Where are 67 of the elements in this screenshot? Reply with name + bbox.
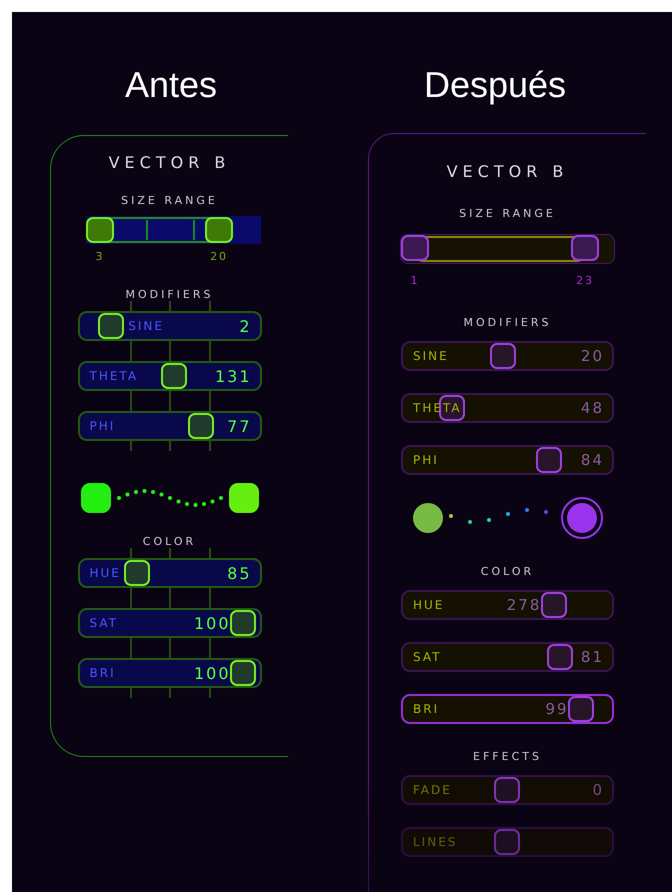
slider-value: 0 xyxy=(592,781,604,799)
slider-value: 20 xyxy=(580,347,604,365)
slider-handle[interactable] xyxy=(536,447,562,473)
slider-label: PHI xyxy=(413,453,439,467)
start-color-swatch[interactable] xyxy=(412,503,442,533)
section-heading: MODIFIERS xyxy=(463,316,552,329)
range-handle[interactable] xyxy=(401,235,429,261)
range-value: 3 xyxy=(96,250,104,263)
slider-value: 84 xyxy=(580,451,604,469)
slider-track[interactable]: FADE 0 xyxy=(401,775,614,805)
slider-track[interactable]: BRI 100 xyxy=(78,658,262,688)
slider-handle[interactable] xyxy=(494,829,520,855)
section-heading: EFFECTS xyxy=(473,750,542,763)
slider-label: SINE xyxy=(413,349,449,363)
slider-label: SAT xyxy=(90,616,118,630)
slider-value: 81 xyxy=(580,648,604,666)
slider-value: 131 xyxy=(214,366,252,386)
slider-handle[interactable] xyxy=(541,592,568,618)
range-slider-track[interactable] xyxy=(400,234,615,264)
slider-value: 85 xyxy=(227,564,252,582)
slider-label: SAT xyxy=(413,650,442,664)
slider-track[interactable]: SAT 100 xyxy=(78,608,262,638)
slider-track[interactable]: THETA 131 xyxy=(78,361,262,391)
section-heading: MODIFIERS xyxy=(125,288,214,301)
slider-value: 77 xyxy=(227,416,252,436)
slider-track[interactable]: HUE 85 xyxy=(78,558,262,588)
end-color-swatch[interactable] xyxy=(566,503,596,533)
slider-value: 278 xyxy=(506,596,542,614)
slider-label: FADE xyxy=(413,783,452,797)
slider-value: 48 xyxy=(580,399,604,417)
slider-label: PHI xyxy=(90,419,116,433)
panel-title: VECTOR B xyxy=(108,153,230,172)
slider-handle[interactable] xyxy=(494,777,520,803)
slider-track[interactable]: SAT 81 xyxy=(401,642,614,672)
slider-label: HUE xyxy=(90,566,121,580)
start-color-swatch[interactable] xyxy=(80,483,110,513)
range-handle[interactable] xyxy=(571,235,600,261)
column-heading: Antes xyxy=(124,64,218,107)
slider-label: HUE xyxy=(413,598,444,612)
end-color-swatch[interactable] xyxy=(228,483,258,513)
slider-label: BRI xyxy=(90,666,116,680)
slider-track[interactable]: PHI 84 xyxy=(401,445,614,475)
slider-label: THETA xyxy=(90,369,138,383)
slider-value: 99 xyxy=(545,700,569,718)
range-value: 20 xyxy=(210,250,228,263)
slider-track[interactable]: BRI 99 xyxy=(401,694,614,724)
slider-label: LINES xyxy=(413,835,458,849)
slider-value: 100 xyxy=(194,664,230,682)
slider-track[interactable]: SINE 2 xyxy=(78,311,262,341)
slider-handle[interactable] xyxy=(568,696,594,722)
slider-label: SINE xyxy=(128,319,164,333)
range-value: 1 xyxy=(410,274,420,287)
slider-track[interactable]: SINE 20 xyxy=(401,341,614,371)
panel-title: VECTOR B xyxy=(446,162,568,181)
section-heading: COLOR xyxy=(142,535,196,548)
slider-value: 2 xyxy=(239,316,252,336)
column-heading: Después xyxy=(422,64,568,107)
range-value: 23 xyxy=(576,274,594,287)
slider-handle[interactable] xyxy=(546,644,573,670)
slider-track[interactable]: PHI 77 xyxy=(78,411,262,441)
slider-label: BRI xyxy=(413,702,440,716)
section-heading: SIZE RANGE xyxy=(459,207,556,220)
slider-track[interactable]: HUE 278 xyxy=(401,590,614,620)
slider-value: 100 xyxy=(194,614,230,632)
section-heading: COLOR xyxy=(480,565,534,578)
slider-handle[interactable] xyxy=(490,343,516,369)
section-heading: SIZE RANGE xyxy=(121,194,218,207)
